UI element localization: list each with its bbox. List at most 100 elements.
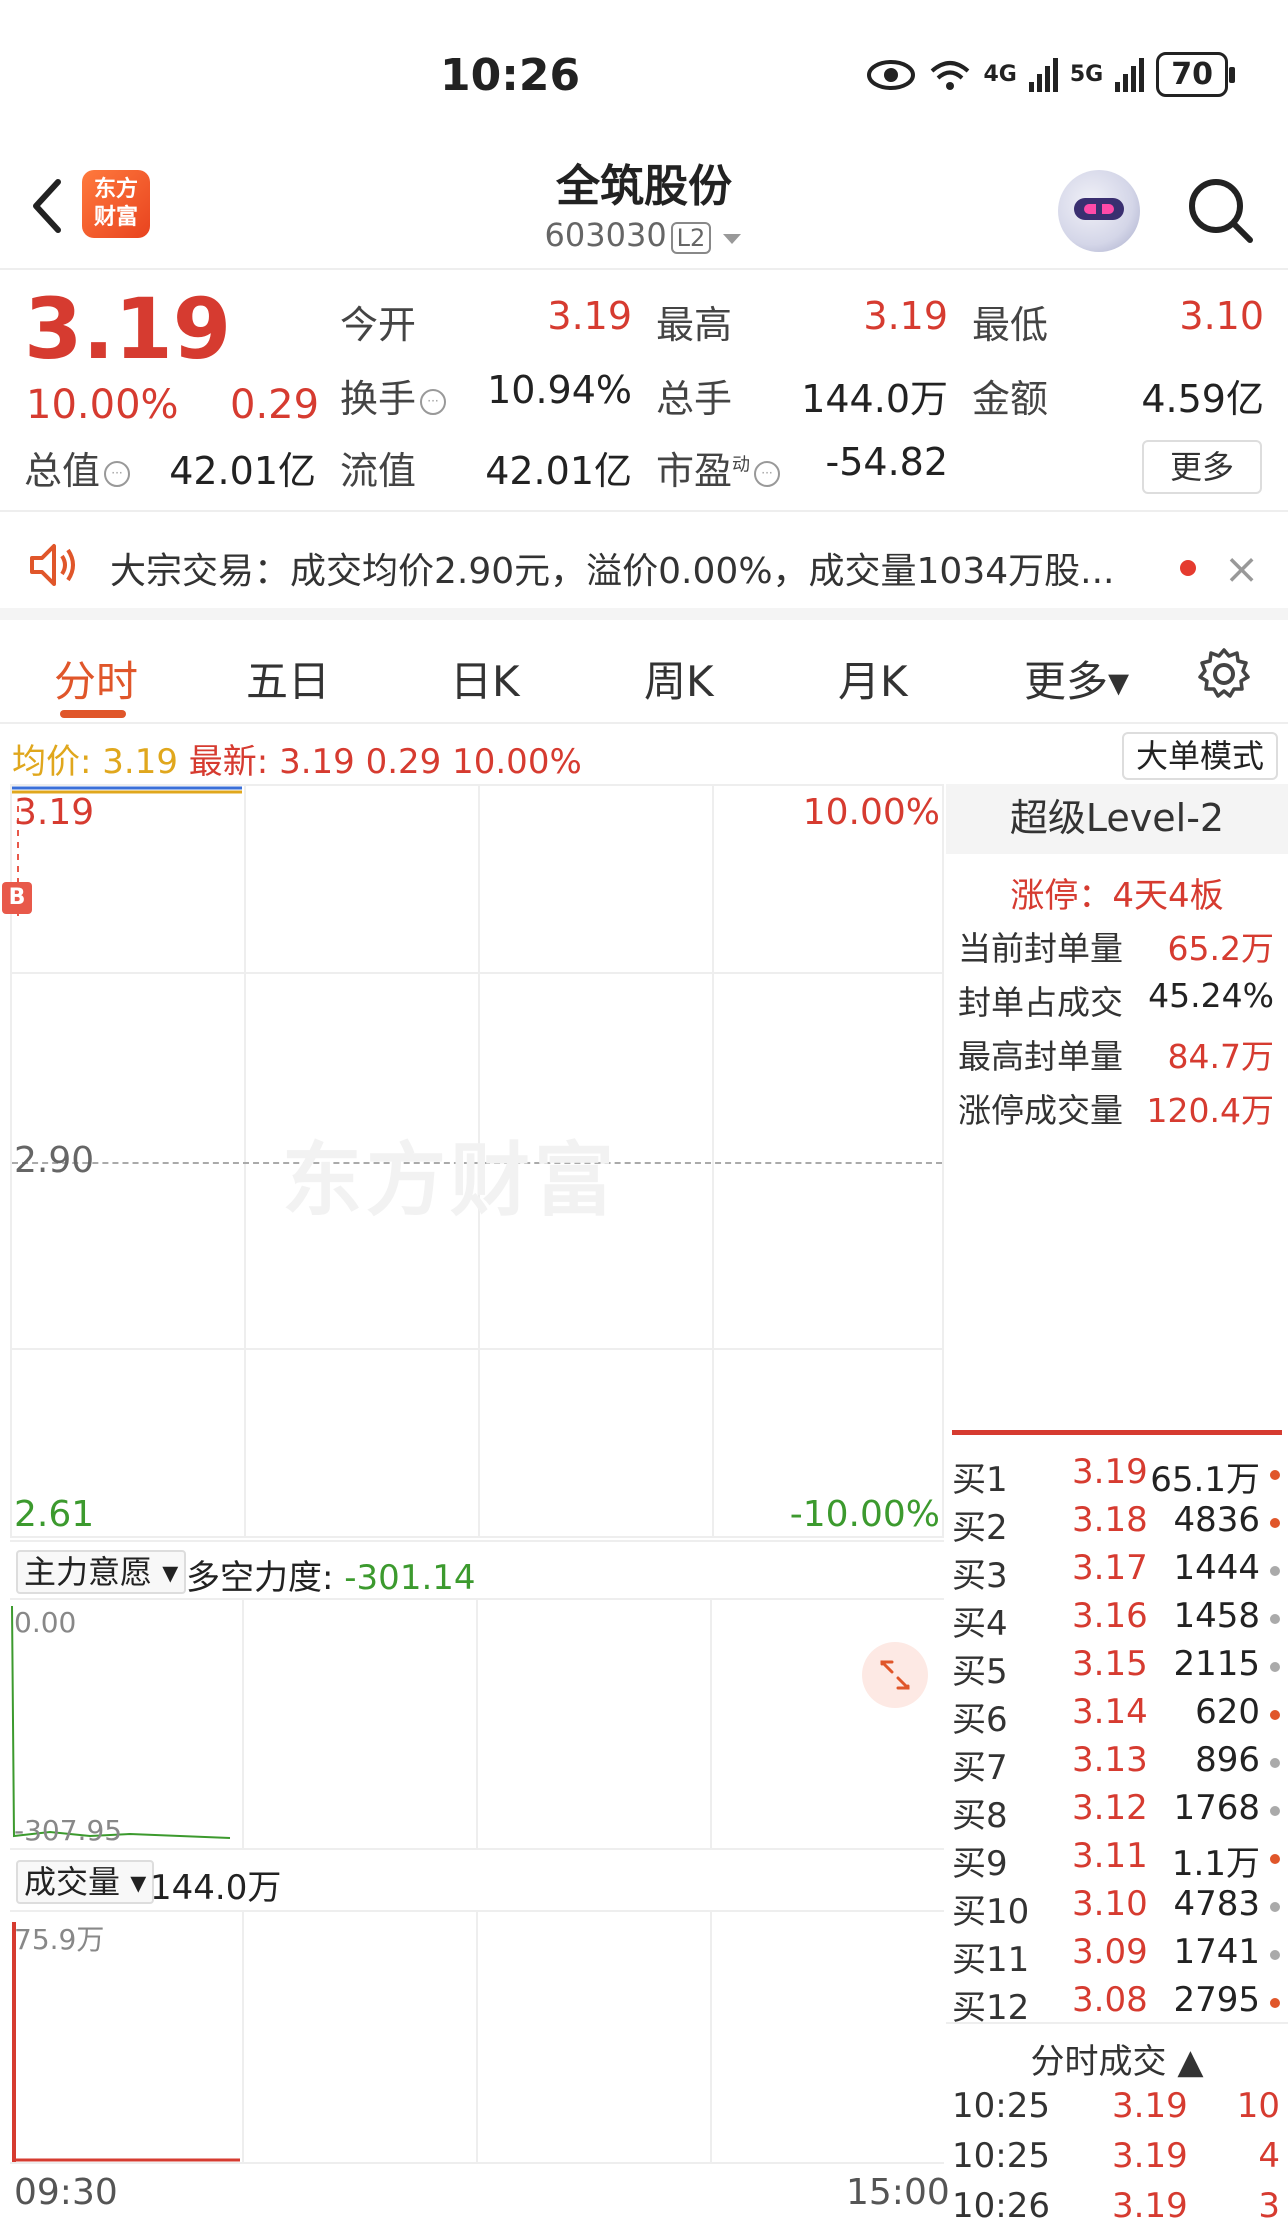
bid-volume: 65.1万 <box>1150 1460 1260 1500</box>
bid-row[interactable]: 买8 3.12 1768 <box>952 1788 1282 1836</box>
volume-top-label: 75.9万 <box>14 1923 105 1956</box>
y-axis-top-label: 3.19 <box>14 792 95 833</box>
avg-value: 3.19 <box>102 742 178 782</box>
eye-icon <box>866 59 915 90</box>
pe-superscript: 动 <box>732 454 751 476</box>
tab-week-k[interactable]: 周K <box>644 648 714 709</box>
bid-row[interactable]: 买6 3.14 620 <box>952 1692 1282 1740</box>
status-icons: 4G 5G 70 <box>866 52 1235 97</box>
close-icon[interactable]: × <box>1224 544 1259 593</box>
tab-more[interactable]: 更多▾ <box>1024 648 1129 709</box>
level2-panel: 超级Level-2 涨停：4天4板 当前封单量 65.2万 封单占成交 45.24%… <box>946 784 1288 2229</box>
bid-indicator-dot <box>1270 1854 1280 1864</box>
indicator-chart[interactable]: 0.00 -307.95 <box>10 1600 944 1850</box>
bid-indicator-dot <box>1270 1950 1280 1960</box>
bid-volume: 4836 <box>1173 1500 1260 1540</box>
stat-row: 最高封单量 84.7万 <box>958 1037 1274 1076</box>
gear-icon[interactable] <box>1196 646 1252 702</box>
bid-price: 3.10 <box>1072 1884 1148 1924</box>
assistant-robot-icon[interactable] <box>1058 170 1140 252</box>
expand-icon[interactable] <box>862 1642 928 1708</box>
intraday-chart[interactable]: 东方财富 B 3.19 2.90 2.61 10.00% -10.00% <box>2 784 944 1538</box>
change-amount: 0.29 <box>230 382 320 428</box>
bid-row[interactable]: 买5 3.15 2115 <box>952 1644 1282 1692</box>
indicator-top-label: 0.00 <box>14 1606 77 1639</box>
indicator-dropdown[interactable]: 主力意愿 ▾ <box>16 1550 187 1594</box>
info-icon: ··· <box>104 460 131 487</box>
bid-indicator-dot <box>1270 1470 1280 1480</box>
bid-indicator-dot <box>1270 1758 1280 1768</box>
stat-row: 当前封单量 65.2万 <box>958 929 1274 968</box>
volume-chart[interactable]: 75.9万 <box>10 1912 944 2164</box>
latest-value: 3.19 <box>279 742 355 782</box>
bid-row[interactable]: 买4 3.16 1458 <box>952 1596 1282 1644</box>
tab-five-day[interactable]: 五日 <box>246 648 330 709</box>
quote-panel: 3.19 10.00% 0.29 今开 3.19 最高 3.19 最低 3.10… <box>0 272 1288 512</box>
bid-row[interactable]: 买12 3.08 2795 <box>952 1980 1282 2028</box>
tick-price: 3.19 <box>1112 2086 1188 2126</box>
bid-level: 买1 <box>952 1460 1008 1500</box>
volume-value: 144.0万 <box>801 377 948 421</box>
pe-label[interactable]: 市盈动 ··· <box>656 440 781 495</box>
turnover-label[interactable]: 换手 ··· <box>340 368 447 423</box>
chart-legend: 均价: 3.19 最新: 3.19 0.29 10.00% 大单模式 <box>0 728 1288 783</box>
dropdown-triangle-icon <box>723 234 742 244</box>
more-button[interactable]: 更多 <box>1142 440 1262 494</box>
tick-count: 3 <box>1258 2186 1280 2226</box>
price-line-svg <box>12 786 242 916</box>
bid-row[interactable]: 买2 3.18 4836 <box>952 1500 1282 1548</box>
tab-day-k[interactable]: 日K <box>450 648 520 709</box>
tick-time: 10:26 <box>952 2186 1050 2226</box>
notice-text: 大宗交易：成交均价2.90元，溢价0.00%，成交量1034万股... <box>110 551 1115 592</box>
notice-unread-dot <box>1180 560 1196 576</box>
bid-level: 买7 <box>952 1748 1008 1788</box>
limit-up-label: 涨停： <box>1010 876 1113 916</box>
bid-row[interactable]: 买3 3.17 1444 <box>952 1548 1282 1596</box>
active-tab-indicator <box>60 710 126 718</box>
change-percent: 10.00% <box>26 382 179 428</box>
bid-row[interactable]: 买1 3.19 65.1万 <box>952 1452 1282 1500</box>
network-label-2: 5G <box>1069 62 1104 87</box>
volume-header: 成交量 ▾ 144.0万 <box>10 1852 944 1912</box>
bid-price: 3.18 <box>1072 1500 1148 1540</box>
bid-price: 3.12 <box>1072 1788 1148 1828</box>
volume-dropdown[interactable]: 成交量 ▾ <box>16 1860 155 1904</box>
bid-indicator-dot <box>1270 1614 1280 1624</box>
signal-icon-1 <box>1028 57 1058 92</box>
bid-level: 买6 <box>952 1700 1008 1740</box>
bid-volume: 4783 <box>1173 1884 1260 1924</box>
time-axis-end: 15:00 <box>846 2172 950 2213</box>
bid-volume: 1458 <box>1173 1596 1260 1636</box>
bid-row[interactable]: 买11 3.09 1741 <box>952 1932 1282 1980</box>
indicator-line-svg <box>11 1605 231 1839</box>
high-value: 3.19 <box>863 294 948 338</box>
big-order-mode-button[interactable]: 大单模式 <box>1122 732 1278 780</box>
ticks-title[interactable]: 分时成交 ▲ <box>946 2022 1288 2083</box>
search-icon[interactable] <box>1184 174 1256 246</box>
buy-marker-icon[interactable]: B <box>2 882 32 914</box>
tab-month-k[interactable]: 月K <box>838 648 908 709</box>
volume-bars-svg <box>12 1922 240 2162</box>
legend-text: 均价: 3.19 最新: 3.19 0.29 10.00% <box>12 734 582 783</box>
pe-value: -54.82 <box>825 440 949 484</box>
bid-indicator-dot <box>1270 1902 1280 1912</box>
indicator-label: 多空力度: <box>186 1558 334 1598</box>
float-label: 流值 <box>340 449 417 493</box>
bid-level: 买2 <box>952 1508 1008 1548</box>
wifi-icon <box>930 60 969 90</box>
bid-row[interactable]: 买10 3.10 4783 <box>952 1884 1282 1932</box>
level2-title[interactable]: 超级Level-2 <box>946 784 1288 854</box>
tab-intraday[interactable]: 分时 <box>54 648 138 709</box>
bid-indicator-dot <box>1270 1998 1280 2008</box>
bid-row[interactable]: 买9 3.11 1.1万 <box>952 1836 1282 1884</box>
bid-volume: 1444 <box>1173 1548 1260 1588</box>
status-bar: 10:26 4G 5G 70 <box>0 0 1288 150</box>
caret-up-icon: ▲ <box>1177 2042 1204 2082</box>
bid-row[interactable]: 买7 3.13 896 <box>952 1740 1282 1788</box>
mktcap-label[interactable]: 总值 ··· <box>24 440 131 495</box>
open-label: 今开 <box>340 303 417 347</box>
notice-bar[interactable]: 大宗交易：成交均价2.90元，溢价0.00%，成交量1034万股... × <box>0 514 1288 620</box>
low-value: 3.10 <box>1179 294 1264 338</box>
bid-indicator-dot <box>1270 1662 1280 1672</box>
indicator-bottom-label: -307.95 <box>14 1814 123 1847</box>
